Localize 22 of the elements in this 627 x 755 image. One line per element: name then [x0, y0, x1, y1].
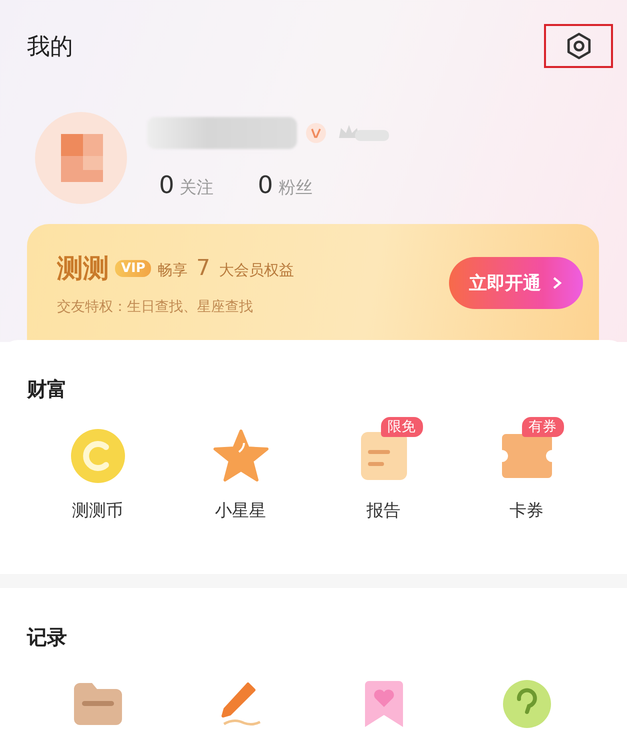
avatar[interactable] — [35, 112, 127, 204]
brand-name: 测测 — [57, 252, 109, 286]
settings-button[interactable] — [544, 24, 613, 68]
perk-text: 畅享 7 大会员权益 — [157, 256, 294, 280]
vip-subtitle: 交友特权：生日查找、星座查找 — [57, 298, 254, 316]
section-title: 财富 — [26, 376, 68, 403]
item-label[interactable]: 测测币 — [72, 499, 123, 522]
star-icon[interactable] — [212, 428, 268, 484]
stat-link[interactable]: 0 粉丝 — [258, 171, 312, 199]
item-label[interactable]: 卡券 — [510, 499, 544, 522]
tag-label: 有券 — [522, 417, 564, 437]
item-label[interactable]: 报告 — [366, 499, 400, 522]
stat-link[interactable]: 0 关注 — [159, 171, 214, 199]
page-title: 我的 — [27, 32, 73, 62]
folder-icon[interactable] — [72, 681, 124, 727]
ticket-icon[interactable] — [500, 432, 554, 480]
chevron-right-icon — [551, 276, 563, 290]
level-badge-icon — [305, 122, 327, 144]
item-label[interactable]: 小星星 — [215, 499, 266, 522]
tag-label: 限免 — [380, 417, 422, 437]
vip-badge: VIP — [115, 260, 152, 276]
section-title: 记录 — [26, 624, 68, 651]
